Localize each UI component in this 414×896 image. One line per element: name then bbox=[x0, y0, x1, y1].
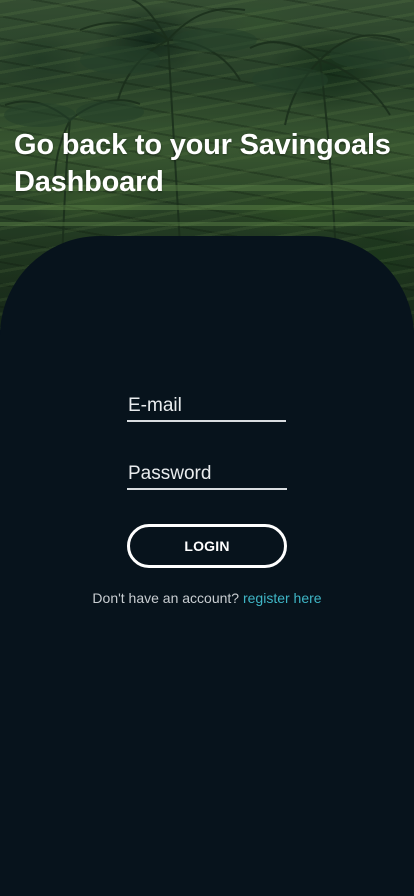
password-field[interactable] bbox=[127, 460, 287, 488]
email-field-wrapper bbox=[127, 392, 286, 422]
login-button[interactable]: LOGIN bbox=[127, 524, 287, 568]
email-field[interactable] bbox=[127, 392, 286, 420]
page-title: Go back to your Savingoals Dashboard bbox=[14, 129, 391, 198]
password-field-wrapper bbox=[127, 460, 287, 490]
register-prompt: Don't have an account? register here bbox=[0, 590, 414, 606]
register-prompt-text: Don't have an account? bbox=[92, 590, 240, 606]
login-screen: Go back to your Savingoals Dashboard LOG… bbox=[0, 0, 414, 896]
register-link[interactable]: register here bbox=[243, 590, 322, 606]
login-form: LOGIN bbox=[127, 392, 287, 568]
